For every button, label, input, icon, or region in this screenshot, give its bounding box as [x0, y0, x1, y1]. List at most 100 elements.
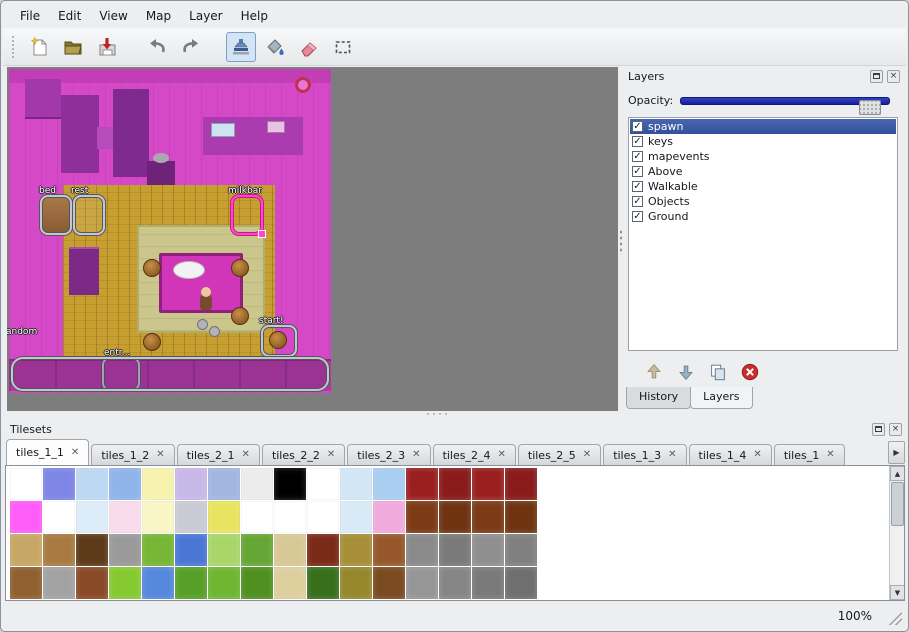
- lower-layer-button[interactable]: [674, 360, 698, 384]
- opacity-slider[interactable]: [680, 97, 890, 105]
- save-button[interactable]: [92, 32, 122, 62]
- tile[interactable]: [472, 567, 504, 599]
- layer-row-above[interactable]: Above: [630, 164, 896, 179]
- tile[interactable]: [76, 534, 108, 566]
- tile[interactable]: [406, 468, 438, 500]
- tile[interactable]: [406, 567, 438, 599]
- close-tab-icon[interactable]: ✕: [71, 448, 79, 458]
- tile[interactable]: [406, 501, 438, 533]
- checkbox-checked-icon[interactable]: [632, 166, 643, 177]
- tile[interactable]: [175, 501, 207, 533]
- tile[interactable]: [472, 501, 504, 533]
- open-button[interactable]: [58, 32, 88, 62]
- object-rest[interactable]: [73, 195, 105, 235]
- close-tab-icon[interactable]: ✕: [156, 450, 164, 460]
- stamp-brush-button[interactable]: [226, 32, 256, 62]
- tile[interactable]: [505, 501, 537, 533]
- object-bed[interactable]: [40, 195, 72, 235]
- scroll-up-button[interactable]: ▲: [890, 466, 905, 481]
- close-tab-icon[interactable]: ✕: [753, 450, 761, 460]
- duplicate-layer-button[interactable]: [706, 360, 730, 384]
- tile[interactable]: [76, 468, 108, 500]
- close-tab-icon[interactable]: ✕: [826, 450, 834, 460]
- tile[interactable]: [10, 501, 42, 533]
- object-milkbar[interactable]: [231, 195, 263, 235]
- menu-map[interactable]: Map: [137, 6, 180, 26]
- tile[interactable]: [109, 468, 141, 500]
- tile[interactable]: [472, 468, 504, 500]
- tile[interactable]: [208, 501, 240, 533]
- tile[interactable]: [373, 567, 405, 599]
- tile[interactable]: [208, 468, 240, 500]
- tile[interactable]: [307, 468, 339, 500]
- tile[interactable]: [307, 534, 339, 566]
- opacity-slider-handle[interactable]: [859, 100, 881, 115]
- object-start[interactable]: [261, 325, 297, 357]
- tileset-tab[interactable]: tiles_2_2✕: [262, 444, 345, 465]
- map-view[interactable]: bed rest milkbar start! entr... andom: [7, 67, 618, 411]
- tile[interactable]: [241, 468, 273, 500]
- layer-row-objects[interactable]: Objects: [630, 194, 896, 209]
- tile[interactable]: [109, 534, 141, 566]
- close-panel-button[interactable]: ×: [887, 70, 900, 83]
- tile[interactable]: [307, 501, 339, 533]
- tile[interactable]: [373, 468, 405, 500]
- rect-select-button[interactable]: [328, 32, 358, 62]
- tile[interactable]: [10, 534, 42, 566]
- tileset-tab[interactable]: tiles_1_2✕: [91, 444, 174, 465]
- tile[interactable]: [175, 567, 207, 599]
- tile[interactable]: [43, 567, 75, 599]
- tile[interactable]: [76, 567, 108, 599]
- close-tab-icon[interactable]: ✕: [668, 450, 676, 460]
- tile[interactable]: [109, 501, 141, 533]
- tile[interactable]: [142, 468, 174, 500]
- tile[interactable]: [43, 501, 75, 533]
- layer-list[interactable]: spawn keys mapevents Above Walkable Obje…: [628, 117, 898, 351]
- tile[interactable]: [208, 567, 240, 599]
- object-random-strip[interactable]: [11, 357, 329, 391]
- float-panel-button[interactable]: [870, 70, 883, 83]
- scroll-down-button[interactable]: ▼: [890, 585, 905, 600]
- tile[interactable]: [439, 534, 471, 566]
- tileset-tab[interactable]: tiles_1_4✕: [689, 444, 772, 465]
- tile[interactable]: [274, 567, 306, 599]
- checkbox-checked-icon[interactable]: [632, 211, 643, 222]
- tile[interactable]: [439, 501, 471, 533]
- tile[interactable]: [109, 567, 141, 599]
- menu-layer[interactable]: Layer: [180, 6, 231, 26]
- checkbox-checked-icon[interactable]: [632, 121, 643, 132]
- tile[interactable]: [241, 567, 273, 599]
- tile[interactable]: [340, 567, 372, 599]
- close-tab-icon[interactable]: ✕: [497, 450, 505, 460]
- tile[interactable]: [10, 468, 42, 500]
- tile[interactable]: [307, 567, 339, 599]
- checkbox-checked-icon[interactable]: [632, 136, 643, 147]
- horizontal-splitter[interactable]: [425, 412, 451, 417]
- checkbox-checked-icon[interactable]: [632, 151, 643, 162]
- tileset-tab[interactable]: tiles_2_4✕: [433, 444, 516, 465]
- tile[interactable]: [373, 534, 405, 566]
- tile[interactable]: [142, 567, 174, 599]
- resize-grip[interactable]: [889, 612, 902, 625]
- tile[interactable]: [10, 567, 42, 599]
- tile[interactable]: [340, 534, 372, 566]
- tile[interactable]: [43, 534, 75, 566]
- tile[interactable]: [175, 534, 207, 566]
- tile[interactable]: [43, 468, 75, 500]
- layer-row-mapevents[interactable]: mapevents: [630, 149, 896, 164]
- eraser-button[interactable]: [294, 32, 324, 62]
- new-map-button[interactable]: [24, 32, 54, 62]
- tile[interactable]: [505, 567, 537, 599]
- tile[interactable]: [274, 534, 306, 566]
- raise-layer-button[interactable]: [642, 360, 666, 384]
- tile[interactable]: [439, 567, 471, 599]
- tileset-tab[interactable]: tiles_2_3✕: [347, 444, 430, 465]
- menu-help[interactable]: Help: [232, 6, 277, 26]
- delete-layer-button[interactable]: [738, 360, 762, 384]
- layer-row-keys[interactable]: keys: [630, 134, 896, 149]
- tileset-tab[interactable]: tiles_2_5✕: [518, 444, 601, 465]
- layer-row-walkable[interactable]: Walkable: [630, 179, 896, 194]
- tile[interactable]: [505, 468, 537, 500]
- tile[interactable]: [472, 534, 504, 566]
- checkbox-checked-icon[interactable]: [632, 196, 643, 207]
